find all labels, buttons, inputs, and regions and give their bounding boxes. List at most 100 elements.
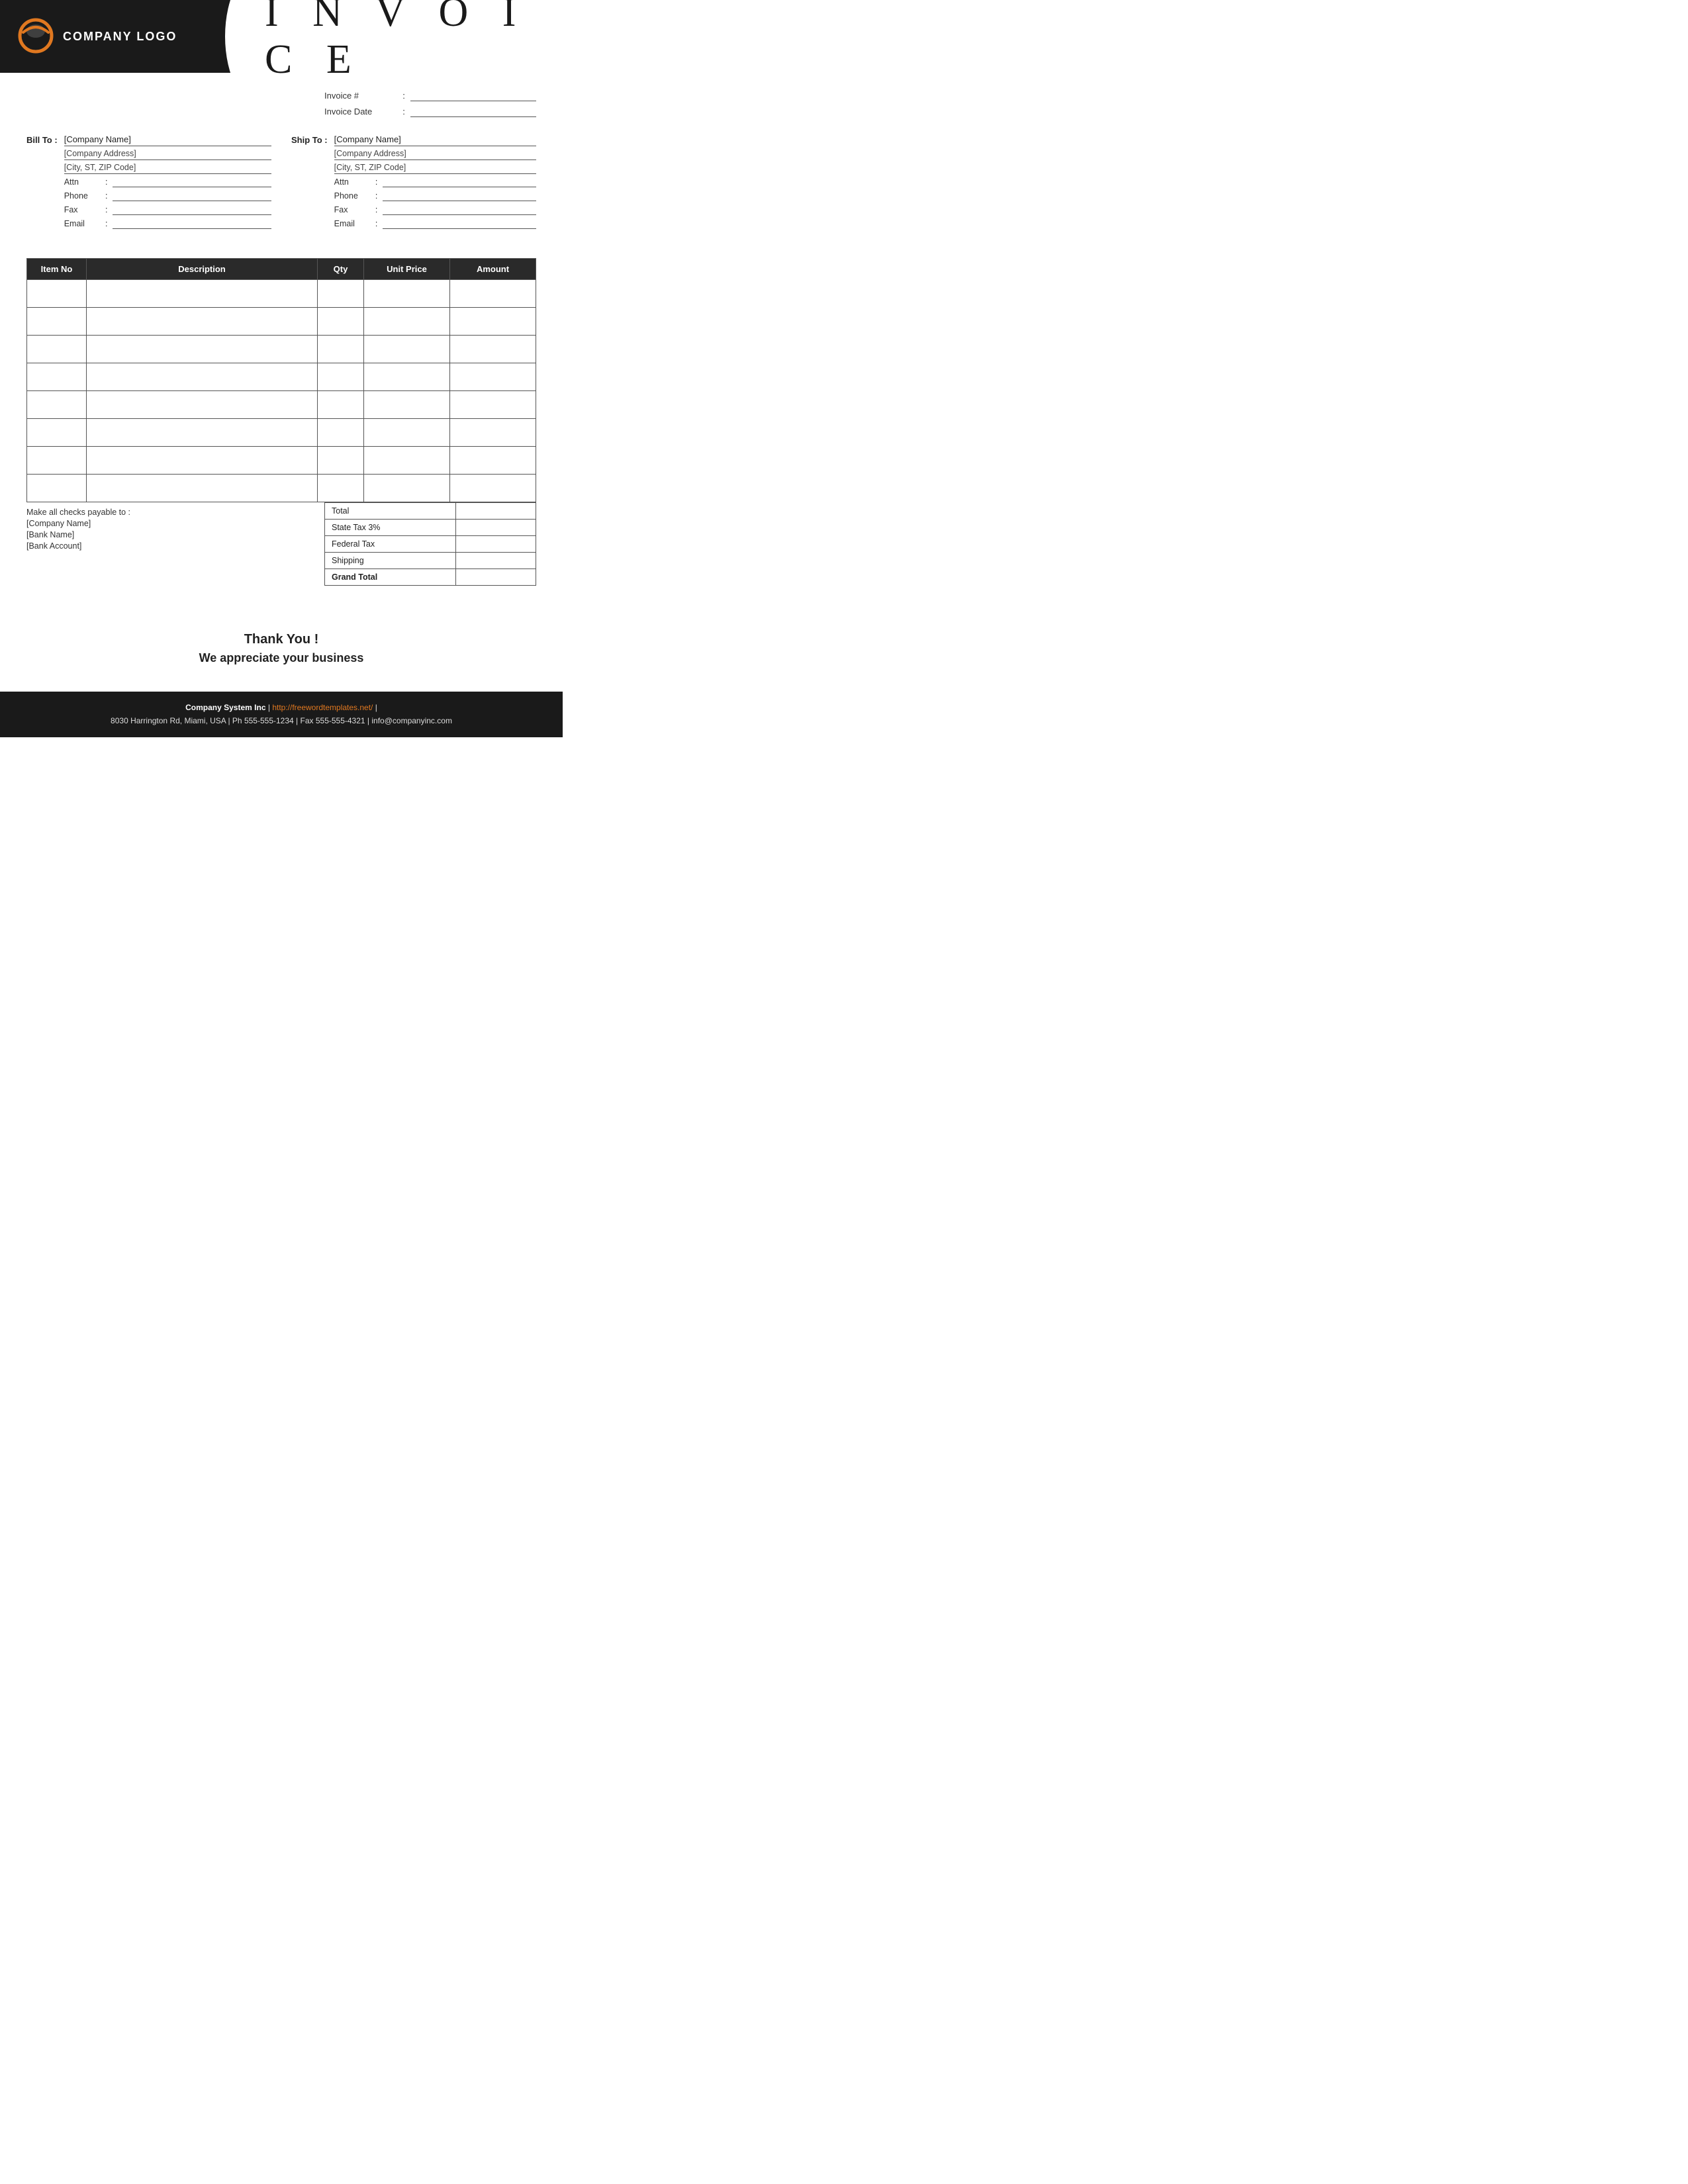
table-row[interactable] [27, 419, 536, 447]
shipping-value[interactable] [456, 553, 536, 569]
cell-description[interactable] [87, 419, 318, 447]
ship-to-label: Ship To : [291, 134, 328, 145]
bill-to-company[interactable]: [Company Name] [64, 134, 271, 146]
cell-amount[interactable] [450, 447, 536, 475]
cell-amount[interactable] [450, 419, 536, 447]
thank-you-line1: Thank You ! [26, 632, 536, 647]
footer-company-name: Company System Inc [185, 703, 265, 712]
bill-to-attn-row: Attn : [64, 177, 271, 187]
cell-description[interactable] [87, 447, 318, 475]
cell-item-no[interactable] [27, 447, 87, 475]
ship-to-fax-label: Fax [334, 205, 371, 214]
summary-table: Total State Tax 3% Federal Tax Shipping … [324, 502, 536, 586]
cell-item-no[interactable] [27, 280, 87, 308]
cell-description[interactable] [87, 363, 318, 391]
footer-website[interactable]: http://freewordtemplates.net/ [272, 703, 373, 712]
cell-qty[interactable] [318, 391, 364, 419]
ship-to-city-zip[interactable]: [City, ST, ZIP Code] [334, 163, 536, 174]
cell-description[interactable] [87, 336, 318, 363]
logo-text: COMPANY LOGO [63, 30, 177, 44]
total-value[interactable] [456, 503, 536, 519]
invoice-meta-table: Invoice # : Invoice Date : [324, 89, 536, 121]
invoice-date-colon: : [397, 107, 410, 116]
bill-to-city-zip[interactable]: [City, ST, ZIP Code] [64, 163, 271, 174]
federal-tax-label: Federal Tax [325, 536, 456, 552]
cell-unit-price[interactable] [364, 336, 450, 363]
cell-amount[interactable] [450, 363, 536, 391]
table-row[interactable] [27, 391, 536, 419]
ship-to-email-field[interactable] [383, 218, 536, 229]
col-qty: Qty [318, 259, 364, 280]
table-row[interactable] [27, 336, 536, 363]
bill-to-email-field[interactable] [113, 218, 271, 229]
cell-unit-price[interactable] [364, 308, 450, 336]
cell-qty[interactable] [318, 308, 364, 336]
cell-qty[interactable] [318, 336, 364, 363]
bill-to-fax-field[interactable] [113, 205, 271, 215]
invoice-number-colon: : [397, 91, 410, 101]
cell-description[interactable] [87, 475, 318, 502]
cell-amount[interactable] [450, 280, 536, 308]
cell-item-no[interactable] [27, 363, 87, 391]
cell-qty[interactable] [318, 363, 364, 391]
ship-to-attn-field[interactable] [383, 177, 536, 187]
bill-to-phone-field[interactable] [113, 191, 271, 201]
footer-email: info@companyinc.com [371, 716, 452, 725]
table-row[interactable] [27, 475, 536, 502]
footer-sep2: | [375, 703, 377, 712]
invoice-date-label: Invoice Date [324, 107, 397, 116]
ship-to-fax-field[interactable] [383, 205, 536, 215]
federal-tax-value[interactable] [456, 536, 536, 552]
cell-unit-price[interactable] [364, 419, 450, 447]
bill-to-attn-field[interactable] [113, 177, 271, 187]
ship-to-phone-label: Phone [334, 191, 371, 201]
cell-qty[interactable] [318, 419, 364, 447]
table-row[interactable] [27, 447, 536, 475]
ship-to-fax-row: Fax : [334, 205, 536, 215]
cell-item-no[interactable] [27, 308, 87, 336]
cell-qty[interactable] [318, 280, 364, 308]
ship-to-address[interactable]: [Company Address] [334, 149, 536, 160]
cell-amount[interactable] [450, 475, 536, 502]
cell-item-no[interactable] [27, 475, 87, 502]
table-row[interactable] [27, 280, 536, 308]
checks-bank: [Bank Name] [26, 530, 324, 539]
invoice-number-field[interactable] [410, 89, 536, 101]
table-row[interactable] [27, 363, 536, 391]
cell-unit-price[interactable] [364, 391, 450, 419]
cell-amount[interactable] [450, 308, 536, 336]
cell-description[interactable] [87, 280, 318, 308]
cell-amount[interactable] [450, 336, 536, 363]
thank-you-line2: We appreciate your business [26, 651, 536, 665]
cell-unit-price[interactable] [364, 447, 450, 475]
bill-to-address[interactable]: [Company Address] [64, 149, 271, 160]
cell-description[interactable] [87, 391, 318, 419]
bill-to-fax-colon: : [101, 205, 113, 214]
cell-item-no[interactable] [27, 391, 87, 419]
cell-description[interactable] [87, 308, 318, 336]
grand-total-value[interactable] [456, 569, 536, 585]
footer-line2: 8030 Harrington Rd, Miami, USA | Ph 555-… [13, 714, 549, 727]
state-tax-value[interactable] [456, 520, 536, 535]
ship-to-company[interactable]: [Company Name] [334, 134, 536, 146]
grand-total-label: Grand Total [325, 569, 456, 585]
checks-info: Make all checks payable to : [Company Na… [26, 502, 324, 586]
summary-section: Make all checks payable to : [Company Na… [0, 502, 563, 599]
ship-to-phone-field[interactable] [383, 191, 536, 201]
footer-fax: 555-555-4321 [316, 716, 365, 725]
invoice-date-field[interactable] [410, 105, 536, 117]
cell-item-no[interactable] [27, 336, 87, 363]
cell-amount[interactable] [450, 391, 536, 419]
cell-unit-price[interactable] [364, 363, 450, 391]
col-item-no: Item No [27, 259, 87, 280]
cell-unit-price[interactable] [364, 280, 450, 308]
shipping-label: Shipping [325, 553, 456, 569]
table-row[interactable] [27, 308, 536, 336]
col-amount: Amount [450, 259, 536, 280]
cell-qty[interactable] [318, 447, 364, 475]
bill-to-block: Bill To : [Company Name] [Company Addres… [26, 134, 271, 235]
cell-unit-price[interactable] [364, 475, 450, 502]
cell-item-no[interactable] [27, 419, 87, 447]
federal-tax-row: Federal Tax [324, 536, 536, 553]
cell-qty[interactable] [318, 475, 364, 502]
